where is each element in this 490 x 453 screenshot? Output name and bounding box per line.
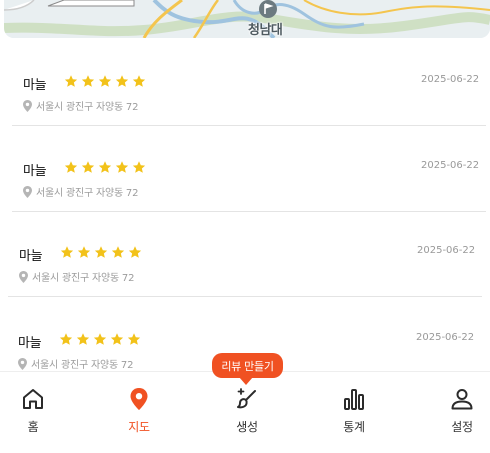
star-icon xyxy=(64,75,78,87)
star-icon xyxy=(111,246,125,258)
star-icon xyxy=(115,161,129,173)
nav-label: 생성 xyxy=(236,420,258,434)
star-icon xyxy=(81,75,95,87)
star-icon xyxy=(98,161,112,173)
list-item[interactable]: 마늘 2025-06-22 서울시 광진구 자양동 72 xyxy=(12,38,486,126)
location-pin-icon xyxy=(18,357,27,370)
person-icon xyxy=(451,389,473,410)
nav-label: 지도 xyxy=(128,420,150,434)
rating-stars xyxy=(59,245,143,260)
nav-item-stats[interactable]: 통계 xyxy=(319,372,389,442)
bar-chart-icon xyxy=(344,389,364,410)
nav-label: 통계 xyxy=(343,420,365,434)
map-place-flag-icon[interactable] xyxy=(257,0,279,20)
nav-label: 설정 xyxy=(451,420,473,434)
item-address: 서울시 광진구 자양동 72 xyxy=(31,360,134,371)
nav-item-settings[interactable]: 설정 xyxy=(427,372,490,442)
star-icon xyxy=(98,75,112,87)
location-pin-icon xyxy=(19,270,28,283)
location-pin-icon xyxy=(23,185,32,198)
rating-stars xyxy=(63,74,147,89)
star-icon xyxy=(64,161,78,173)
nav-item-map[interactable]: 지도 xyxy=(104,372,174,442)
star-icon xyxy=(60,246,74,258)
star-icon xyxy=(94,246,108,258)
star-icon xyxy=(127,333,141,345)
rating-stars xyxy=(63,160,147,175)
list-item[interactable]: 마늘 2025-06-22 서울시 광진구 자양동 72 xyxy=(8,209,482,297)
star-icon xyxy=(132,161,146,173)
map-view[interactable]: 청남대 xyxy=(4,0,490,38)
nav-item-home[interactable]: 홈 xyxy=(0,372,68,442)
home-icon xyxy=(23,389,43,409)
nav-label: 홈 xyxy=(27,420,39,434)
star-icon xyxy=(93,333,107,345)
brush-sparkle-icon xyxy=(237,388,256,409)
create-review-tooltip[interactable]: 리뷰 만들기 xyxy=(212,353,283,385)
item-name: 마늘 xyxy=(23,78,47,93)
item-date: 2025-06-22 xyxy=(417,245,476,256)
map-place-label: 청남대 xyxy=(248,23,283,38)
item-address: 서울시 광진구 자양동 72 xyxy=(36,188,139,199)
item-date: 2025-06-22 xyxy=(421,160,480,171)
item-address-row: 서울시 광진구 자양동 72 xyxy=(23,98,138,113)
item-address-row: 서울시 광진구 자양동 72 xyxy=(18,356,133,371)
item-name: 마늘 xyxy=(23,164,47,179)
star-icon xyxy=(77,246,91,258)
location-pin-icon xyxy=(23,99,32,112)
star-icon xyxy=(132,75,146,87)
star-icon xyxy=(115,75,129,87)
rating-stars xyxy=(58,332,142,347)
item-date: 2025-06-22 xyxy=(421,74,480,85)
star-icon xyxy=(110,333,124,345)
list-item[interactable]: 마늘 2025-06-22 서울시 광진구 자양동 72 xyxy=(12,124,486,212)
item-date: 2025-06-22 xyxy=(416,332,475,343)
map-canvas xyxy=(4,0,490,38)
item-name: 마늘 xyxy=(18,336,42,351)
star-icon xyxy=(76,333,90,345)
star-icon xyxy=(59,333,73,345)
item-address-row: 서울시 광진구 자양동 72 xyxy=(19,269,134,284)
item-address: 서울시 광진구 자양동 72 xyxy=(32,273,135,284)
star-icon xyxy=(81,161,95,173)
item-name: 마늘 xyxy=(19,249,43,264)
star-icon xyxy=(128,246,142,258)
item-address: 서울시 광진구 자양동 72 xyxy=(36,102,139,113)
tooltip-text: 리뷰 만들기 xyxy=(221,359,274,373)
item-address-row: 서울시 광진구 자양동 72 xyxy=(23,184,138,199)
map-pin-icon xyxy=(130,388,148,410)
